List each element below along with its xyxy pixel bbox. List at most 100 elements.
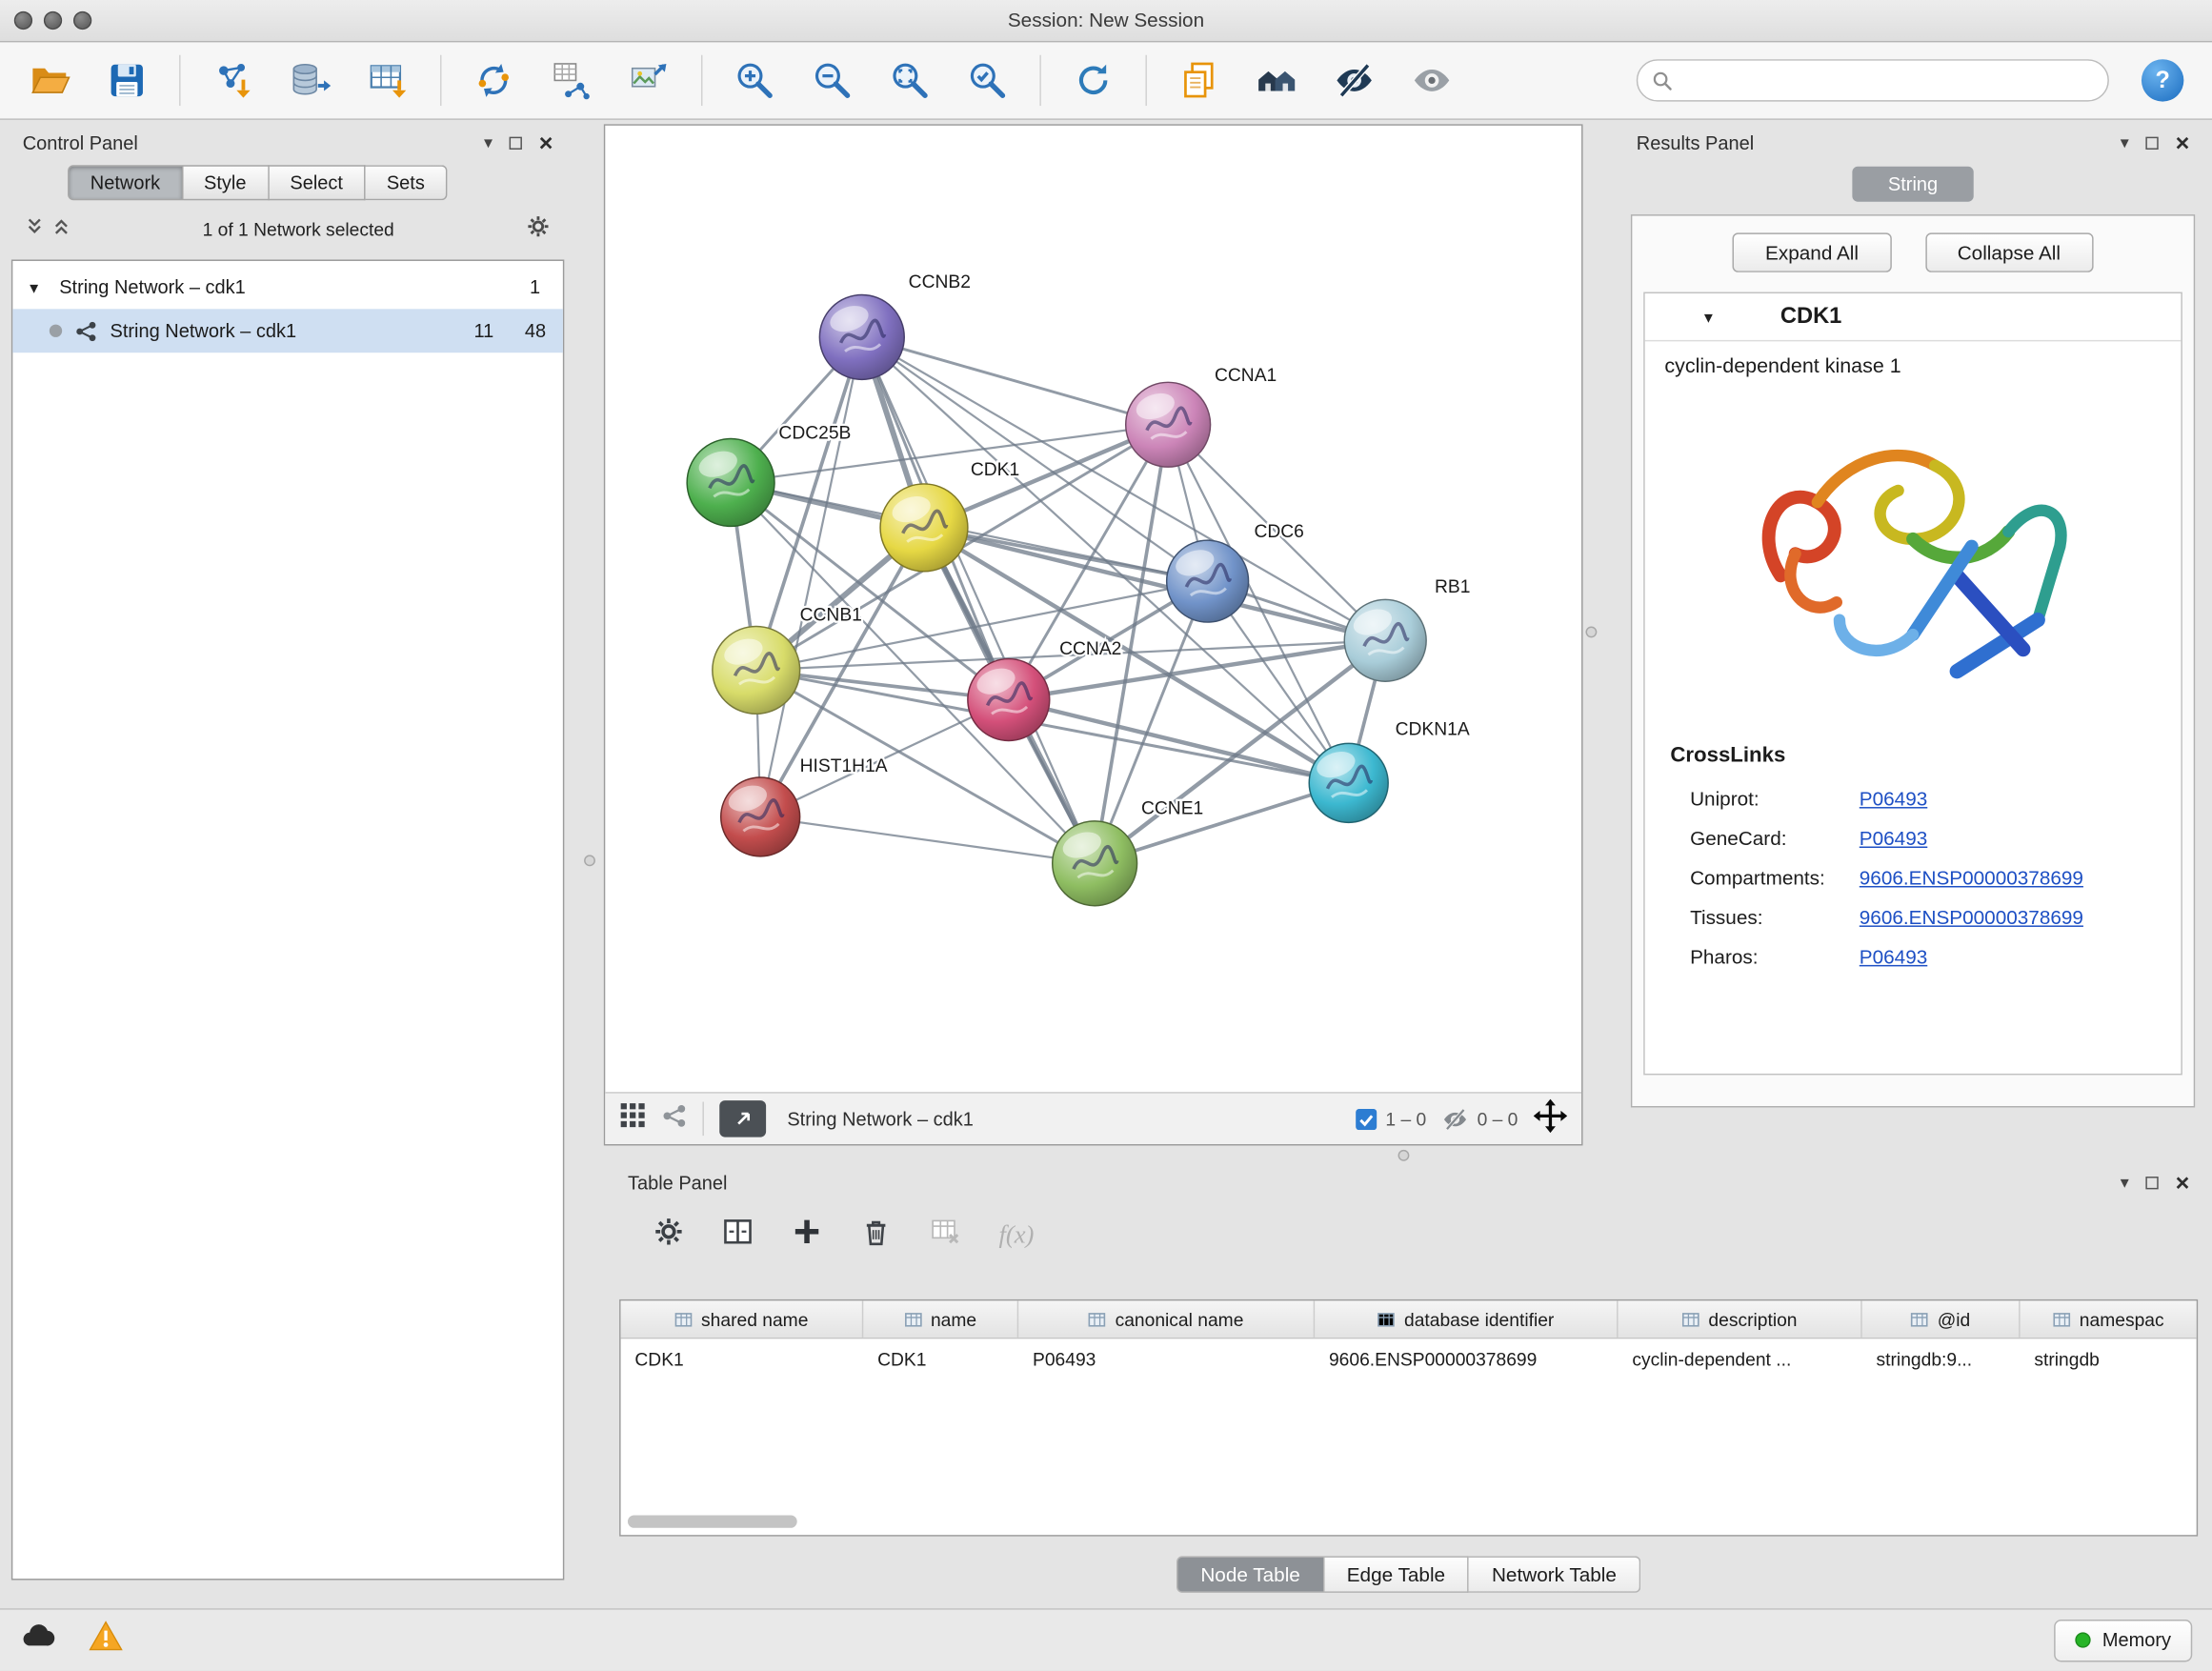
- column-header[interactable]: database identifier: [1315, 1300, 1618, 1338]
- tree-expander-icon[interactable]: ▾: [30, 277, 47, 297]
- tab-edge-table[interactable]: Edge Table: [1324, 1556, 1469, 1593]
- import-network-database-button[interactable]: [278, 50, 343, 110]
- node-CCNA1[interactable]: [1126, 382, 1211, 467]
- panel-float-icon[interactable]: [2145, 1172, 2158, 1193]
- cloud-status-button[interactable]: [20, 1619, 57, 1662]
- panel-close-icon[interactable]: ×: [2176, 1170, 2190, 1194]
- column-header[interactable]: name: [863, 1300, 1018, 1338]
- pharos-link[interactable]: P06493: [1860, 945, 1927, 968]
- table-row[interactable]: CDK1 CDK1 P06493 9606.ENSP00000378699 cy…: [621, 1339, 2197, 1370]
- tab-sets[interactable]: Sets: [366, 165, 448, 200]
- panel-close-icon[interactable]: ×: [2176, 131, 2190, 154]
- table-options-button[interactable]: [654, 1216, 685, 1254]
- pan-mode-button[interactable]: [1534, 1098, 1568, 1139]
- window-zoom-button[interactable]: [73, 11, 91, 30]
- import-network-file-button[interactable]: [200, 50, 265, 110]
- splitter-handle[interactable]: [584, 855, 595, 866]
- memory-button[interactable]: Memory: [2054, 1619, 2192, 1661]
- expand-all-button[interactable]: Expand All: [1733, 232, 1891, 272]
- tab-network[interactable]: Network: [68, 165, 183, 200]
- network-edges[interactable]: [731, 337, 1385, 863]
- panel-float-icon[interactable]: [510, 131, 522, 152]
- show-column-button[interactable]: [722, 1216, 754, 1254]
- tab-select[interactable]: Select: [269, 165, 365, 200]
- column-header[interactable]: canonical name: [1018, 1300, 1315, 1338]
- clone-network-button[interactable]: [461, 50, 526, 110]
- new-network-from-table-button[interactable]: [539, 50, 604, 110]
- scrollbar-thumb[interactable]: [628, 1515, 797, 1527]
- tab-string[interactable]: String: [1852, 167, 1973, 202]
- column-header[interactable]: description: [1619, 1300, 1862, 1338]
- column-header[interactable]: namespac: [2021, 1300, 2197, 1338]
- open-session-button[interactable]: [17, 50, 82, 110]
- tab-network-table[interactable]: Network Table: [1469, 1556, 1640, 1593]
- node-CDC25B[interactable]: [687, 439, 774, 527]
- panel-close-icon[interactable]: ×: [539, 131, 553, 154]
- create-column-button[interactable]: [792, 1216, 823, 1254]
- tissues-link[interactable]: 9606.ENSP00000378699: [1860, 906, 2083, 929]
- node-CDK1[interactable]: [880, 484, 968, 572]
- panel-menu-icon[interactable]: ▾: [2121, 1174, 2129, 1191]
- node-HIST1H1A[interactable]: [721, 777, 800, 856]
- protein-card-header[interactable]: ▾ CDK1: [1645, 293, 2182, 341]
- table-cell[interactable]: cyclin-dependent ...: [1619, 1339, 1862, 1370]
- node-CCNE1[interactable]: [1053, 821, 1137, 906]
- string-view-button[interactable]: [662, 1102, 688, 1135]
- refresh-button[interactable]: [1061, 50, 1126, 110]
- column-header[interactable]: @id: [1862, 1300, 2021, 1338]
- table-cell[interactable]: P06493: [1018, 1339, 1315, 1370]
- splitter-handle[interactable]: [1585, 627, 1597, 638]
- birds-eye-view-button[interactable]: [619, 1102, 646, 1137]
- panel-menu-icon[interactable]: ▾: [2121, 134, 2129, 151]
- protein-expander-icon[interactable]: ▾: [1704, 307, 1721, 327]
- splitter-handle[interactable]: [1398, 1150, 1410, 1161]
- delete-column-button[interactable]: [860, 1216, 892, 1254]
- table-cell[interactable]: stringdb:9...: [1862, 1339, 2021, 1370]
- tab-style[interactable]: Style: [183, 165, 269, 200]
- search-input[interactable]: [1683, 70, 2094, 91]
- zoom-in-button[interactable]: [722, 50, 787, 110]
- panel-float-icon[interactable]: [2145, 131, 2158, 152]
- detach-view-button[interactable]: [719, 1100, 766, 1137]
- warnings-indicator-button[interactable]: [88, 1619, 125, 1662]
- table-cell[interactable]: stringdb: [2021, 1339, 2197, 1370]
- zoom-selected-button[interactable]: [955, 50, 1020, 110]
- table-cell[interactable]: CDK1: [621, 1339, 864, 1370]
- import-table-button[interactable]: [355, 50, 420, 110]
- network-row[interactable]: String Network – cdk1 11 48: [12, 309, 563, 352]
- help-button[interactable]: ?: [2142, 59, 2183, 101]
- panel-menu-icon[interactable]: ▾: [484, 134, 493, 151]
- table-cell[interactable]: CDK1: [863, 1339, 1018, 1370]
- hide-details-button[interactable]: [1322, 50, 1387, 110]
- node-CCNB1[interactable]: [713, 627, 800, 715]
- export-image-button[interactable]: [616, 50, 681, 110]
- tab-node-table[interactable]: Node Table: [1176, 1556, 1324, 1593]
- show-details-button[interactable]: [1399, 50, 1464, 110]
- network-options-button[interactable]: [526, 214, 550, 243]
- node-CCNB2[interactable]: [819, 294, 904, 379]
- node-table[interactable]: shared name name canonical name database…: [619, 1299, 2198, 1537]
- window-close-button[interactable]: [14, 11, 32, 30]
- home-view-button[interactable]: [1244, 50, 1309, 110]
- collapse-all-button[interactable]: Collapse All: [1925, 232, 2093, 272]
- window-minimize-button[interactable]: [44, 11, 62, 30]
- network-canvas[interactable]: CCNB2CCNA1CDC25BCDK1CDC6RB1CCNB1CCNA2CDK…: [605, 126, 1581, 1092]
- node-CDC6[interactable]: [1167, 540, 1249, 622]
- node-RB1[interactable]: [1344, 599, 1426, 681]
- duplicate-view-button[interactable]: [1167, 50, 1232, 110]
- save-session-button[interactable]: [94, 50, 159, 110]
- network-collection-row[interactable]: ▾ String Network – cdk1 1: [12, 265, 563, 309]
- horizontal-scrollbar[interactable]: [628, 1515, 2194, 1529]
- column-header[interactable]: shared name: [621, 1300, 864, 1338]
- search-field[interactable]: [1637, 59, 2109, 101]
- uniprot-link[interactable]: P06493: [1860, 787, 1927, 810]
- zoom-fit-button[interactable]: [877, 50, 942, 110]
- table-cell[interactable]: 9606.ENSP00000378699: [1315, 1339, 1618, 1370]
- node-CDKN1A[interactable]: [1309, 743, 1388, 822]
- expand-all-tree-button[interactable]: [52, 217, 70, 240]
- genecard-link[interactable]: P06493: [1860, 827, 1927, 850]
- zoom-out-button[interactable]: [800, 50, 865, 110]
- node-CCNA2[interactable]: [968, 659, 1050, 741]
- collapse-all-tree-button[interactable]: [26, 217, 44, 240]
- compartments-link[interactable]: 9606.ENSP00000378699: [1860, 866, 2083, 889]
